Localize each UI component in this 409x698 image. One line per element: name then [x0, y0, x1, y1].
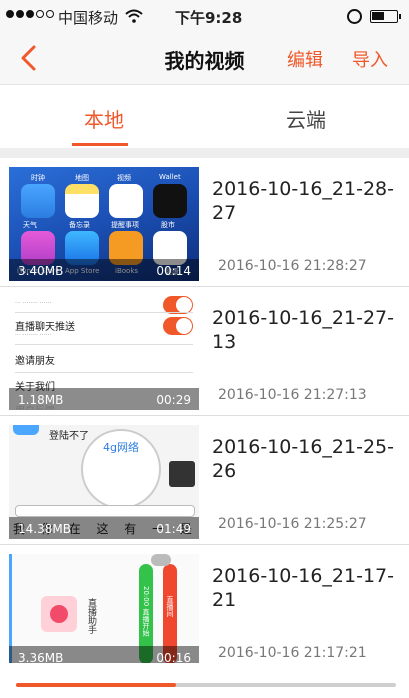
thumbnail-caption: 4g网络	[103, 441, 139, 454]
video-row[interactable]: ··· ········ ······ 直播聊天推送 ··· ········ …	[0, 287, 409, 416]
video-date: 2016-10-16 21:25:27	[218, 516, 367, 532]
toggle-icon	[163, 317, 193, 335]
thumbnail-caption: ··· ········ ······	[15, 300, 52, 307]
video-row[interactable]: 登陆不了 4g网络 我 你 在 这 有 一 是 14.38MB 01:49 20…	[0, 416, 409, 545]
duration: 00:29	[156, 393, 191, 407]
duration: 00:16	[156, 651, 191, 663]
thumbnail-info-bar: 3.40MB 00:14	[9, 259, 199, 281]
avatar	[169, 461, 195, 487]
tab-cloud[interactable]: 云端	[286, 104, 326, 133]
video-date: 2016-10-16 21:27:13	[218, 387, 367, 403]
rotation-lock-icon	[347, 9, 362, 24]
video-list[interactable]: 时钟 地图 视频 Wallet 天气 备忘录 提醒事项 股市 iTunes St…	[0, 158, 409, 663]
app-label: 时钟	[31, 174, 45, 182]
duration: 01:49	[156, 522, 191, 536]
video-thumbnail[interactable]: 直播助手 20:00 直播开始 直播间 3.36MB 00:16	[9, 554, 199, 663]
divider	[15, 372, 193, 373]
section-divider	[0, 148, 409, 158]
tab-local[interactable]: 本地	[84, 104, 124, 133]
wifi-icon	[125, 9, 143, 23]
video-name: 2016-10-16_21-27-13	[212, 307, 394, 353]
app-label: 提醒事项	[111, 221, 139, 229]
file-size: 14.38MB	[18, 522, 71, 536]
edit-button[interactable]: 编辑	[287, 46, 323, 72]
reminders-app-icon	[109, 184, 143, 218]
weather-app-icon	[21, 184, 55, 218]
message-input	[15, 505, 195, 517]
status-bar: 中国移动 下午9:28	[0, 0, 409, 34]
divider	[15, 344, 193, 345]
file-size: 3.36MB	[18, 651, 64, 663]
app-logo-icon	[41, 596, 77, 632]
app-label: Wallet	[159, 173, 181, 181]
segment-tabs: 本地 云端	[0, 84, 409, 148]
video-date: 2016-10-16 21:17:21	[218, 645, 367, 661]
clock: 下午9:28	[175, 9, 243, 27]
divider	[15, 312, 193, 313]
navigation-bar: 我的视频 编辑 导入	[0, 34, 409, 84]
import-button[interactable]: 导入	[352, 46, 388, 72]
signal-strength-icon	[6, 10, 54, 18]
video-date: 2016-10-16 21:28:27	[218, 258, 367, 274]
storage-progress-fill	[16, 683, 176, 687]
video-name: 2016-10-16_21-17-21	[212, 565, 394, 611]
app-label: 视频	[117, 174, 131, 182]
thumbnail-caption: ··· ········ ······	[15, 332, 52, 339]
video-thumbnail[interactable]: ··· ········ ······ 直播聊天推送 ··· ········ …	[9, 296, 199, 410]
file-size: 3.40MB	[18, 264, 64, 278]
notes-app-icon	[65, 184, 99, 218]
thumbnail-caption: 登陆不了	[49, 431, 89, 442]
thumbnail-caption: 直播助手	[86, 598, 96, 634]
video-name: 2016-10-16_21-28-27	[212, 178, 394, 224]
floating-button	[151, 554, 171, 566]
thumbnail-caption: 用户反馈	[15, 402, 55, 410]
tab-indicator	[72, 143, 128, 146]
thumbnail-caption: 邀请朋友	[15, 356, 55, 367]
video-row[interactable]: 直播助手 20:00 直播开始 直播间 3.36MB 00:16 2016-10…	[0, 545, 409, 663]
video-name: 2016-10-16_21-25-26	[212, 436, 394, 482]
chat-bubble	[13, 425, 39, 435]
app-label: 天气	[23, 221, 37, 229]
duration: 00:14	[156, 264, 191, 278]
app-label: 地图	[75, 174, 89, 182]
thumbnail-caption: 直播聊天推送	[15, 322, 75, 333]
app-label: 股市	[161, 221, 175, 229]
thumbnail-info-bar: 14.38MB 01:49	[9, 517, 199, 539]
app-label: 备忘录	[69, 221, 90, 229]
storage-progress-bar	[16, 683, 396, 687]
stocks-app-icon	[153, 184, 187, 218]
video-row[interactable]: 时钟 地图 视频 Wallet 天气 备忘录 提醒事项 股市 iTunes St…	[0, 158, 409, 287]
battery-icon	[370, 10, 401, 23]
video-thumbnail[interactable]: 时钟 地图 视频 Wallet 天气 备忘录 提醒事项 股市 iTunes St…	[9, 167, 199, 281]
carrier-label: 中国移动	[58, 9, 119, 27]
video-thumbnail[interactable]: 登陆不了 4g网络 我 你 在 这 有 一 是 14.38MB 01:49	[9, 425, 199, 539]
page-title: 我的视频	[164, 49, 245, 73]
thumbnail-info-bar: 3.36MB 00:16	[9, 646, 199, 663]
